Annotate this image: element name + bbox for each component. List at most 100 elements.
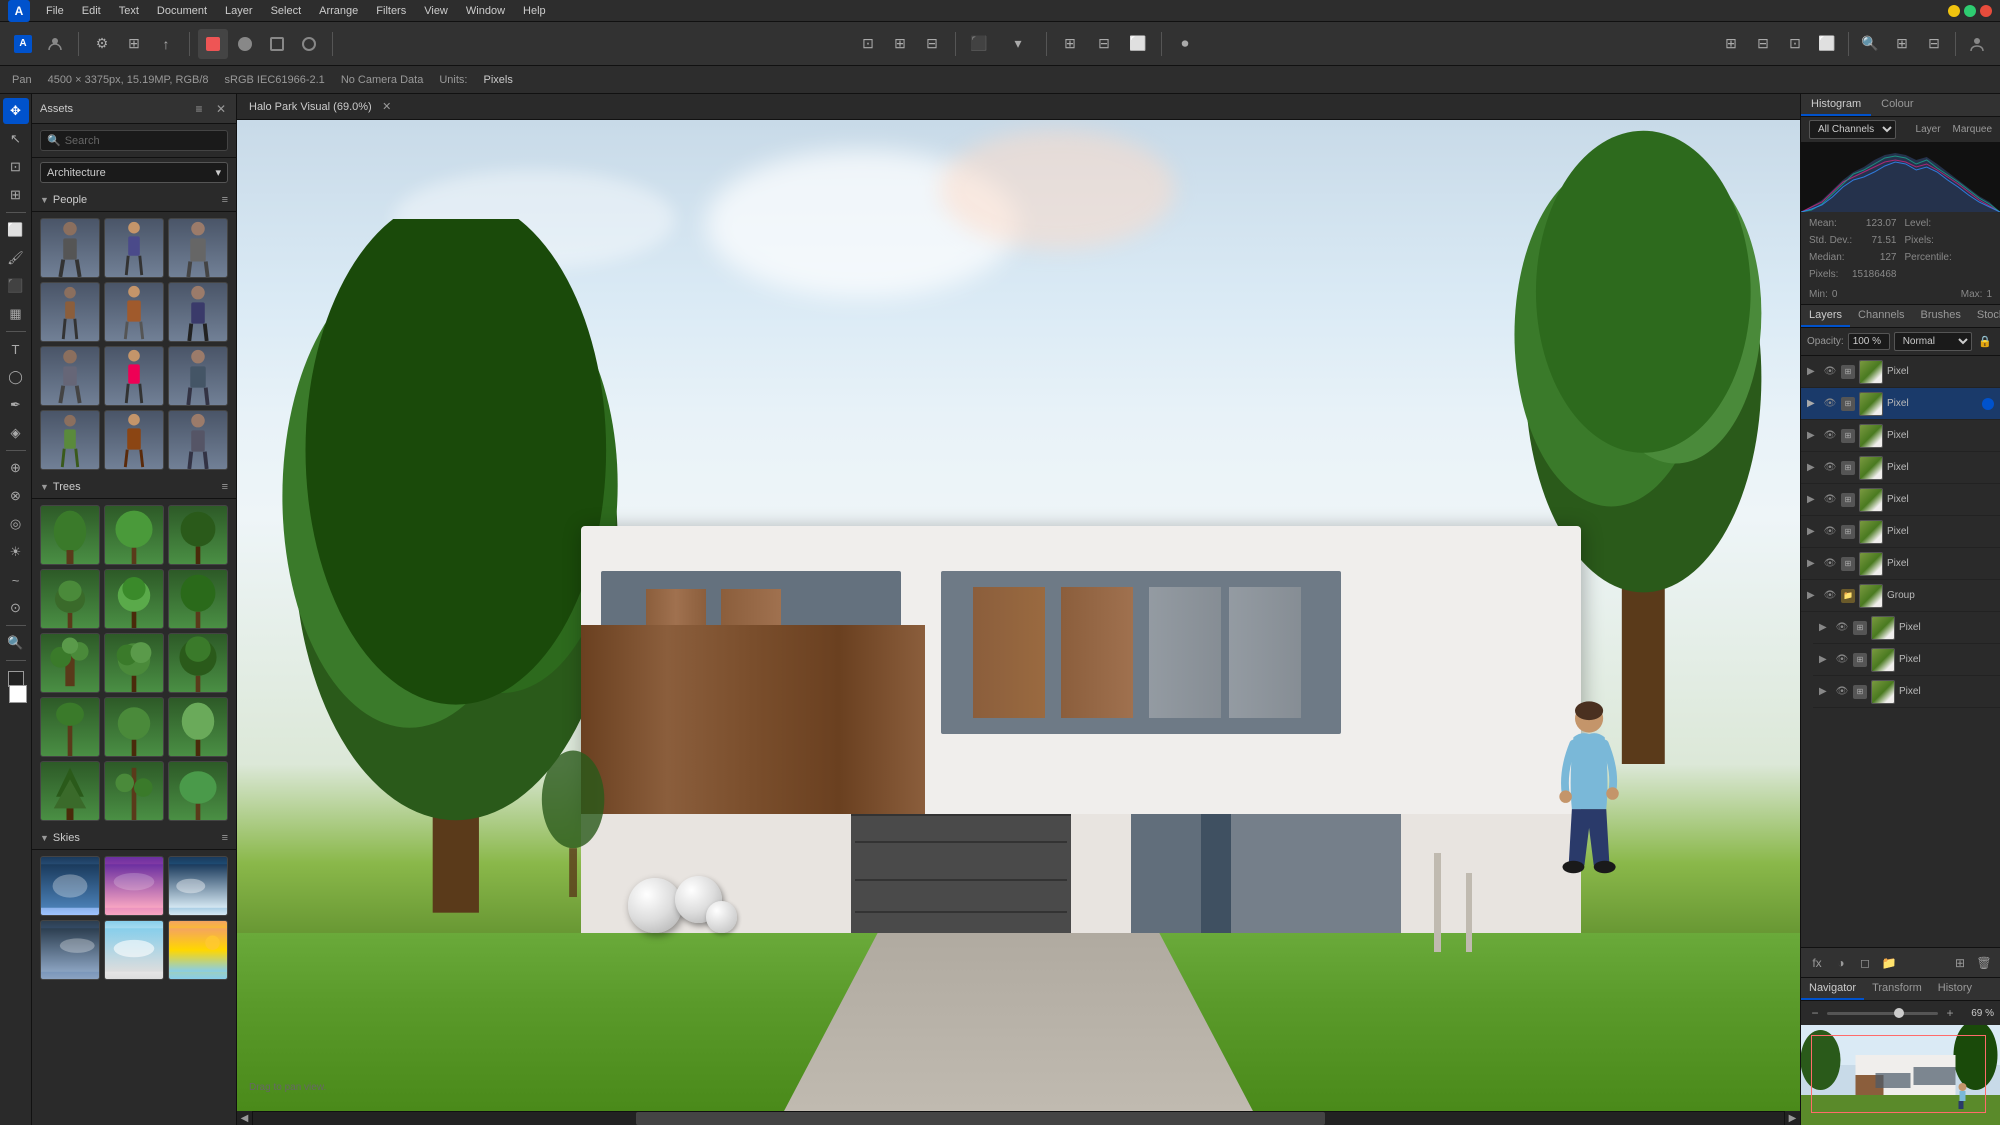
menu-text[interactable]: Text [111, 3, 147, 19]
toolbar-r4-btn[interactable]: ⬜ [1812, 29, 1842, 59]
layer-vis-4[interactable]: 👁 [1823, 461, 1837, 475]
toolbar-r5-btn[interactable]: 🔍 [1855, 29, 1885, 59]
layer-row-5[interactable]: ▶ 👁 ⊞ Pixel [1801, 484, 2000, 516]
tool-crop[interactable]: ⊡ [3, 154, 29, 180]
layer-expand-5[interactable]: ▶ [1807, 494, 1819, 505]
colour-tab[interactable]: Colour [1871, 94, 1923, 116]
channels-tab[interactable]: Channels [1850, 305, 1912, 327]
stock-tab[interactable]: Stock [1969, 305, 2000, 327]
close-button[interactable] [1980, 5, 1992, 17]
nav-zoom-plus-btn[interactable]: + [1942, 1005, 1958, 1021]
tree-asset-4[interactable] [40, 569, 100, 629]
menu-help[interactable]: Help [515, 3, 554, 19]
tool-gradient[interactable]: ▦ [3, 301, 29, 327]
sky-asset-4[interactable] [40, 920, 100, 980]
toolbar-view-dropdown[interactable]: ▾ [998, 29, 1038, 59]
assets-menu-btn[interactable]: ≡ [190, 100, 208, 118]
toolbar-view3-btn[interactable]: ⬜ [1123, 29, 1153, 59]
person-asset-3[interactable] [168, 218, 228, 278]
toolbar-grid1-btn[interactable]: ⊡ [853, 29, 883, 59]
tool-move[interactable]: ✥ [3, 98, 29, 124]
tool-pen[interactable]: ✒ [3, 392, 29, 418]
toolbar-affinity-btn[interactable]: A [8, 29, 38, 59]
toolbar-r2-btn[interactable]: ⊟ [1748, 29, 1778, 59]
menu-arrange[interactable]: Arrange [311, 3, 366, 19]
nav-zoom-slider[interactable] [1827, 1012, 1938, 1015]
layer-vis-3[interactable]: 👁 [1823, 429, 1837, 443]
tool-fill[interactable]: ⬛ [3, 273, 29, 299]
canvas-viewport[interactable]: Drag to pan view. [237, 120, 1800, 1111]
person-asset-7[interactable] [40, 346, 100, 406]
layer-expand-8[interactable]: ▶ [1819, 622, 1831, 633]
menu-filters[interactable]: Filters [368, 3, 414, 19]
brushes-tab[interactable]: Brushes [1913, 305, 1969, 327]
marquee-tab-btn[interactable]: Marquee [1953, 124, 1992, 135]
people-section-menu[interactable]: ≡ [222, 194, 228, 206]
tree-asset-5[interactable] [104, 569, 164, 629]
nav-zoom-minus-btn[interactable]: − [1807, 1005, 1823, 1021]
person-asset-10[interactable] [40, 410, 100, 470]
toolbar-record-btn[interactable]: ⏺ [1170, 29, 1200, 59]
person-asset-12[interactable] [168, 410, 228, 470]
sky-asset-6[interactable] [168, 920, 228, 980]
tree-asset-2[interactable] [104, 505, 164, 565]
toolbar-r7-btn[interactable]: ⊟ [1919, 29, 1949, 59]
toolbar-grid2-btn[interactable]: ⊞ [885, 29, 915, 59]
toolbar-r1-btn[interactable]: ⊞ [1716, 29, 1746, 59]
person-asset-6[interactable] [168, 282, 228, 342]
tree-asset-6[interactable] [168, 569, 228, 629]
layer-vis-1[interactable]: 👁 [1823, 365, 1837, 379]
sky-asset-1[interactable] [40, 856, 100, 916]
tree-asset-8[interactable] [104, 633, 164, 693]
menu-select[interactable]: Select [263, 3, 310, 19]
tool-node[interactable]: ◈ [3, 420, 29, 446]
tree-asset-9[interactable] [168, 633, 228, 693]
toolbar-view1-btn[interactable]: ⊞ [1055, 29, 1085, 59]
toolbar-color3-btn[interactable] [262, 29, 292, 59]
menu-file[interactable]: File [38, 3, 72, 19]
assets-search-input[interactable] [65, 135, 221, 147]
layer-vis-9[interactable]: 👁 [1835, 653, 1849, 667]
tree-asset-15[interactable] [168, 761, 228, 821]
tool-pointer[interactable]: ↖ [3, 126, 29, 152]
histogram-tab[interactable]: Histogram [1801, 94, 1871, 116]
layer-vis-2[interactable]: 👁 [1823, 397, 1837, 411]
layer-row-10[interactable]: ▶ 👁 ⊞ Pixel [1813, 676, 2000, 708]
channel-select[interactable]: All Channels Red Green Blue [1809, 120, 1896, 139]
toolbar-color4-btn[interactable] [294, 29, 324, 59]
layer-row-1[interactable]: ▶ 👁 ⊞ Pixel [1801, 356, 2000, 388]
layer-vis-10[interactable]: 👁 [1835, 685, 1849, 699]
scroll-right-btn[interactable]: ▶ [1784, 1111, 1800, 1125]
layer-row-3[interactable]: ▶ 👁 ⊞ Pixel [1801, 420, 2000, 452]
layers-lock-btn[interactable]: 🔒 [1976, 333, 1994, 351]
menu-document[interactable]: Document [149, 3, 215, 19]
sky-asset-5[interactable] [104, 920, 164, 980]
tree-asset-13[interactable] [40, 761, 100, 821]
layer-expand-3[interactable]: ▶ [1807, 430, 1819, 441]
layer-vis-5[interactable]: 👁 [1823, 493, 1837, 507]
tool-blur[interactable]: ◎ [3, 511, 29, 537]
tree-asset-7[interactable] [40, 633, 100, 693]
layer-vis-8[interactable]: 👁 [1835, 621, 1849, 635]
toolbar-persona-btn[interactable] [40, 29, 70, 59]
scroll-left-btn[interactable]: ◀ [237, 1111, 253, 1125]
toolbar-frame-btn[interactable]: ⬛ [964, 29, 994, 59]
person-asset-4[interactable] [40, 282, 100, 342]
tool-shape[interactable]: ◯ [3, 364, 29, 390]
people-section-header[interactable]: ▼ People ≡ [32, 189, 236, 212]
navigator-tab[interactable]: Navigator [1801, 978, 1864, 1000]
skies-section-header[interactable]: ▼ Skies ≡ [32, 827, 236, 850]
trees-section-header[interactable]: ▼ Trees ≡ [32, 476, 236, 499]
layer-row-4[interactable]: ▶ 👁 ⊞ Pixel [1801, 452, 2000, 484]
opacity-input[interactable] [1848, 333, 1890, 350]
person-asset-2[interactable] [104, 218, 164, 278]
menu-window[interactable]: Window [458, 3, 513, 19]
layer-row-6[interactable]: ▶ 👁 ⊞ Pixel [1801, 516, 2000, 548]
toolbar-color1-btn[interactable] [198, 29, 228, 59]
menu-edit[interactable]: Edit [74, 3, 109, 19]
toolbar-grid3-btn[interactable]: ⊟ [917, 29, 947, 59]
category-dropdown[interactable]: Architecture ▾ [40, 162, 228, 183]
layer-vis-6[interactable]: 👁 [1823, 525, 1837, 539]
person-asset-11[interactable] [104, 410, 164, 470]
toolbar-r6-btn[interactable]: ⊞ [1887, 29, 1917, 59]
